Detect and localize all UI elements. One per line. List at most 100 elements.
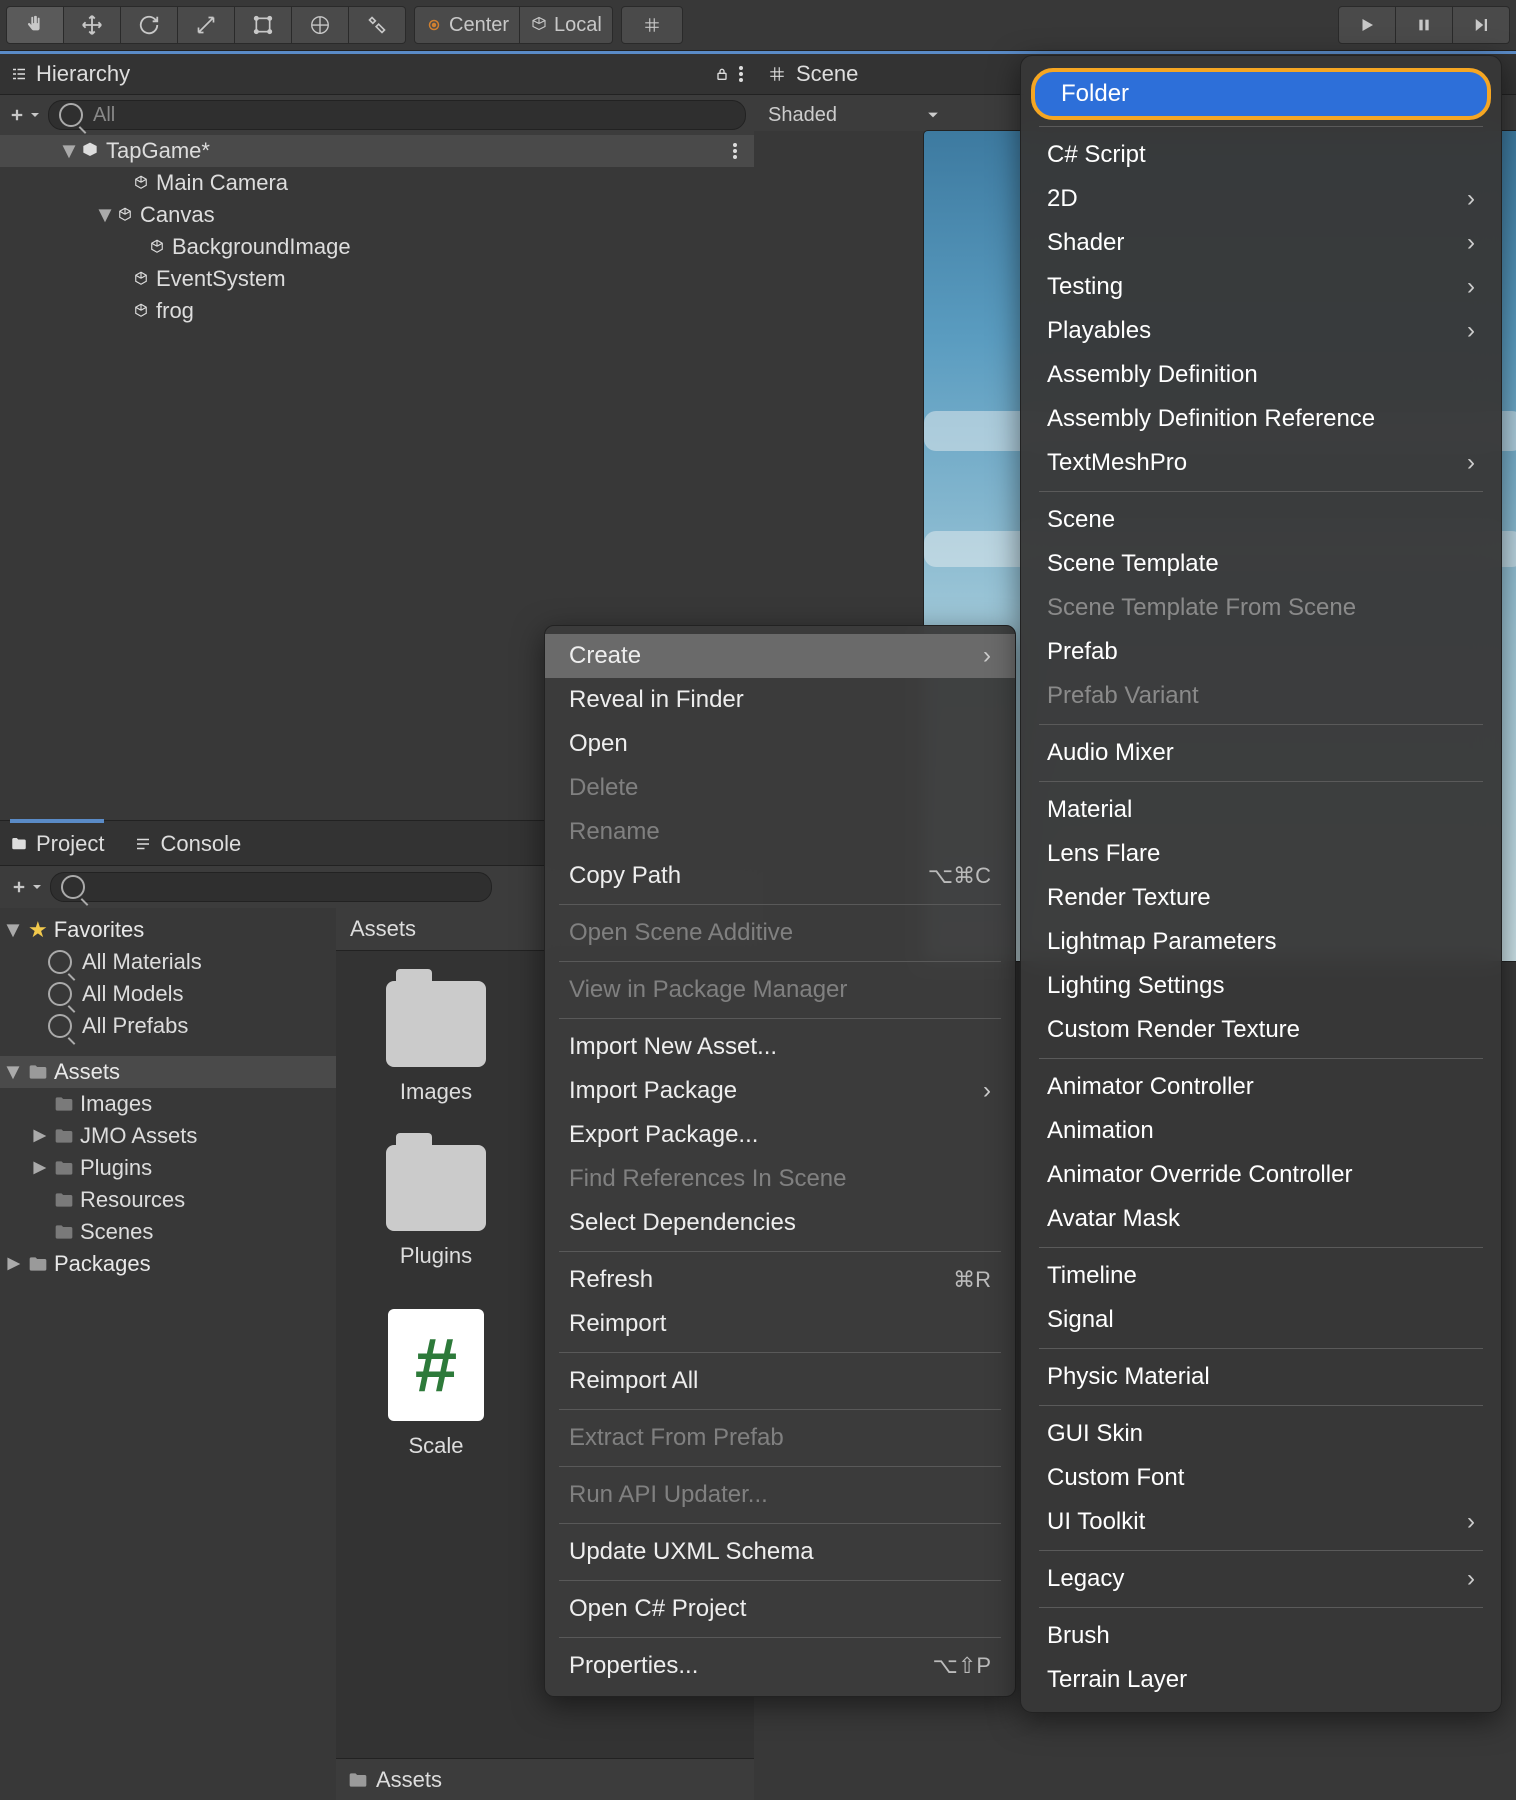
- create-menu-item[interactable]: Legacy›: [1021, 1557, 1501, 1601]
- transform-tool[interactable]: [292, 6, 349, 44]
- context-menu-item[interactable]: Update UXML Schema: [545, 1530, 1015, 1574]
- context-menu-item[interactable]: Copy Path⌥⌘C: [545, 854, 1015, 898]
- hierarchy-scene-row[interactable]: ▼ TapGame*: [0, 135, 754, 167]
- create-menu-item[interactable]: Playables›: [1021, 309, 1501, 353]
- asset-folder-item[interactable]: Scenes: [0, 1216, 336, 1248]
- folder-icon: [386, 1145, 486, 1231]
- packages-header[interactable]: ▼ Packages: [0, 1248, 336, 1280]
- hierarchy-search[interactable]: All: [48, 100, 746, 130]
- rotate-tool[interactable]: [121, 6, 178, 44]
- context-menu-item[interactable]: Import Package›: [545, 1069, 1015, 1113]
- create-menu-item[interactable]: Lightmap Parameters: [1021, 920, 1501, 964]
- create-menu-item[interactable]: Brush: [1021, 1614, 1501, 1658]
- context-menu-item[interactable]: Import New Asset...: [545, 1025, 1015, 1069]
- project-search[interactable]: [50, 872, 492, 902]
- hierarchy-item[interactable]: BackgroundImage: [0, 231, 754, 263]
- chevron-down-icon[interactable]: ▼: [96, 202, 114, 228]
- create-menu-item[interactable]: Scene: [1021, 498, 1501, 542]
- hierarchy-item[interactable]: ▼Canvas: [0, 199, 754, 231]
- hierarchy-item[interactable]: Main Camera: [0, 167, 754, 199]
- chevron-right-icon[interactable]: ▼: [0, 1255, 26, 1273]
- hierarchy-item[interactable]: frog: [0, 295, 754, 327]
- create-menu-item[interactable]: Assembly Definition: [1021, 353, 1501, 397]
- create-menu-item[interactable]: Signal: [1021, 1298, 1501, 1342]
- create-menu-item[interactable]: Lighting Settings: [1021, 964, 1501, 1008]
- hierarchy-tab[interactable]: Hierarchy: [0, 51, 754, 95]
- chevron-right-icon[interactable]: ▼: [26, 1159, 52, 1177]
- assets-header[interactable]: ▼ Assets: [0, 1056, 336, 1088]
- context-menu-item[interactable]: Select Dependencies: [545, 1201, 1015, 1245]
- pivot-center[interactable]: Center: [414, 6, 520, 44]
- menu-item-label: Legacy: [1047, 1565, 1124, 1593]
- context-menu-item[interactable]: Reimport All: [545, 1359, 1015, 1403]
- breadcrumb[interactable]: Assets: [336, 1758, 754, 1800]
- asset-folder-item[interactable]: ▼Plugins: [0, 1152, 336, 1184]
- context-menu-item[interactable]: Open C# Project: [545, 1587, 1015, 1631]
- create-menu-item[interactable]: Scene Template: [1021, 542, 1501, 586]
- create-menu-item[interactable]: Custom Render Texture: [1021, 1008, 1501, 1052]
- tab-console[interactable]: Console: [134, 823, 241, 865]
- pause-button[interactable]: [1396, 6, 1453, 44]
- context-menu-item[interactable]: Reveal in Finder: [545, 678, 1015, 722]
- create-menu-item[interactable]: Timeline: [1021, 1254, 1501, 1298]
- context-menu-item[interactable]: Open: [545, 722, 1015, 766]
- move-tool[interactable]: [64, 6, 121, 44]
- hierarchy-item[interactable]: EventSystem: [0, 263, 754, 295]
- favorite-item[interactable]: All Materials: [0, 946, 336, 978]
- chevron-down-icon[interactable]: ▼: [4, 917, 22, 943]
- favorite-item[interactable]: All Models: [0, 978, 336, 1010]
- create-menu-item[interactable]: Animator Override Controller: [1021, 1153, 1501, 1197]
- hierarchy-create-dropdown[interactable]: [8, 106, 40, 124]
- project-create-dropdown[interactable]: [10, 878, 42, 896]
- create-menu-item[interactable]: Animator Controller: [1021, 1065, 1501, 1109]
- favorites-header[interactable]: ▼ ★ Favorites: [0, 914, 336, 946]
- create-menu-item[interactable]: Custom Font: [1021, 1456, 1501, 1500]
- create-menu-item[interactable]: Shader›: [1021, 221, 1501, 265]
- pivot-local[interactable]: Local: [520, 6, 613, 44]
- create-menu-item[interactable]: Animation: [1021, 1109, 1501, 1153]
- create-menu-item[interactable]: TextMeshPro›: [1021, 441, 1501, 485]
- create-menu-item[interactable]: C# Script: [1021, 133, 1501, 177]
- grid-snap[interactable]: [621, 6, 683, 44]
- create-menu-item[interactable]: Folder: [1031, 68, 1491, 120]
- create-menu-item[interactable]: Assembly Definition Reference: [1021, 397, 1501, 441]
- asset-folder-item[interactable]: Images: [0, 1088, 336, 1120]
- draw-mode-dropdown[interactable]: Shaded: [768, 104, 939, 127]
- step-button[interactable]: [1453, 6, 1510, 44]
- rect-tool[interactable]: [235, 6, 292, 44]
- create-menu-item[interactable]: GUI Skin: [1021, 1412, 1501, 1456]
- create-menu-item[interactable]: Render Texture: [1021, 876, 1501, 920]
- context-menu-item[interactable]: Reimport: [545, 1302, 1015, 1346]
- create-menu-item[interactable]: Audio Mixer: [1021, 731, 1501, 775]
- chevron-right-icon[interactable]: ▼: [26, 1127, 52, 1145]
- favorite-item[interactable]: All Prefabs: [0, 1010, 336, 1042]
- asset-tile[interactable]: Plugins: [356, 1145, 516, 1269]
- hand-tool[interactable]: [6, 6, 64, 44]
- create-menu-item[interactable]: Avatar Mask: [1021, 1197, 1501, 1241]
- create-menu-item[interactable]: Lens Flare: [1021, 832, 1501, 876]
- play-button[interactable]: [1338, 6, 1396, 44]
- tab-project[interactable]: Project: [10, 819, 104, 865]
- create-menu-item[interactable]: Physic Material: [1021, 1355, 1501, 1399]
- create-menu-item[interactable]: UI Toolkit›: [1021, 1500, 1501, 1544]
- create-menu-item[interactable]: Terrain Layer: [1021, 1658, 1501, 1702]
- create-menu-item[interactable]: Prefab: [1021, 630, 1501, 674]
- kebab-icon[interactable]: [738, 65, 744, 83]
- create-menu-item[interactable]: Testing›: [1021, 265, 1501, 309]
- asset-tile[interactable]: Images: [356, 981, 516, 1105]
- asset-folder-item[interactable]: Resources: [0, 1184, 336, 1216]
- asset-folder-item[interactable]: ▼JMO Assets: [0, 1120, 336, 1152]
- chevron-down-icon[interactable]: ▼: [4, 1059, 22, 1085]
- context-menu-item[interactable]: Properties...⌥⇧P: [545, 1644, 1015, 1688]
- create-menu-item[interactable]: Material: [1021, 788, 1501, 832]
- scale-tool[interactable]: [178, 6, 235, 44]
- chevron-down-icon[interactable]: ▼: [60, 138, 78, 164]
- asset-tile[interactable]: #Scale: [356, 1309, 516, 1459]
- lock-icon[interactable]: [714, 66, 730, 82]
- context-menu-item[interactable]: Refresh⌘R: [545, 1258, 1015, 1302]
- custom-tools[interactable]: [349, 6, 406, 44]
- context-menu-item[interactable]: Create›: [545, 634, 1015, 678]
- create-menu-item[interactable]: 2D›: [1021, 177, 1501, 221]
- kebab-icon[interactable]: [732, 142, 738, 160]
- context-menu-item[interactable]: Export Package...: [545, 1113, 1015, 1157]
